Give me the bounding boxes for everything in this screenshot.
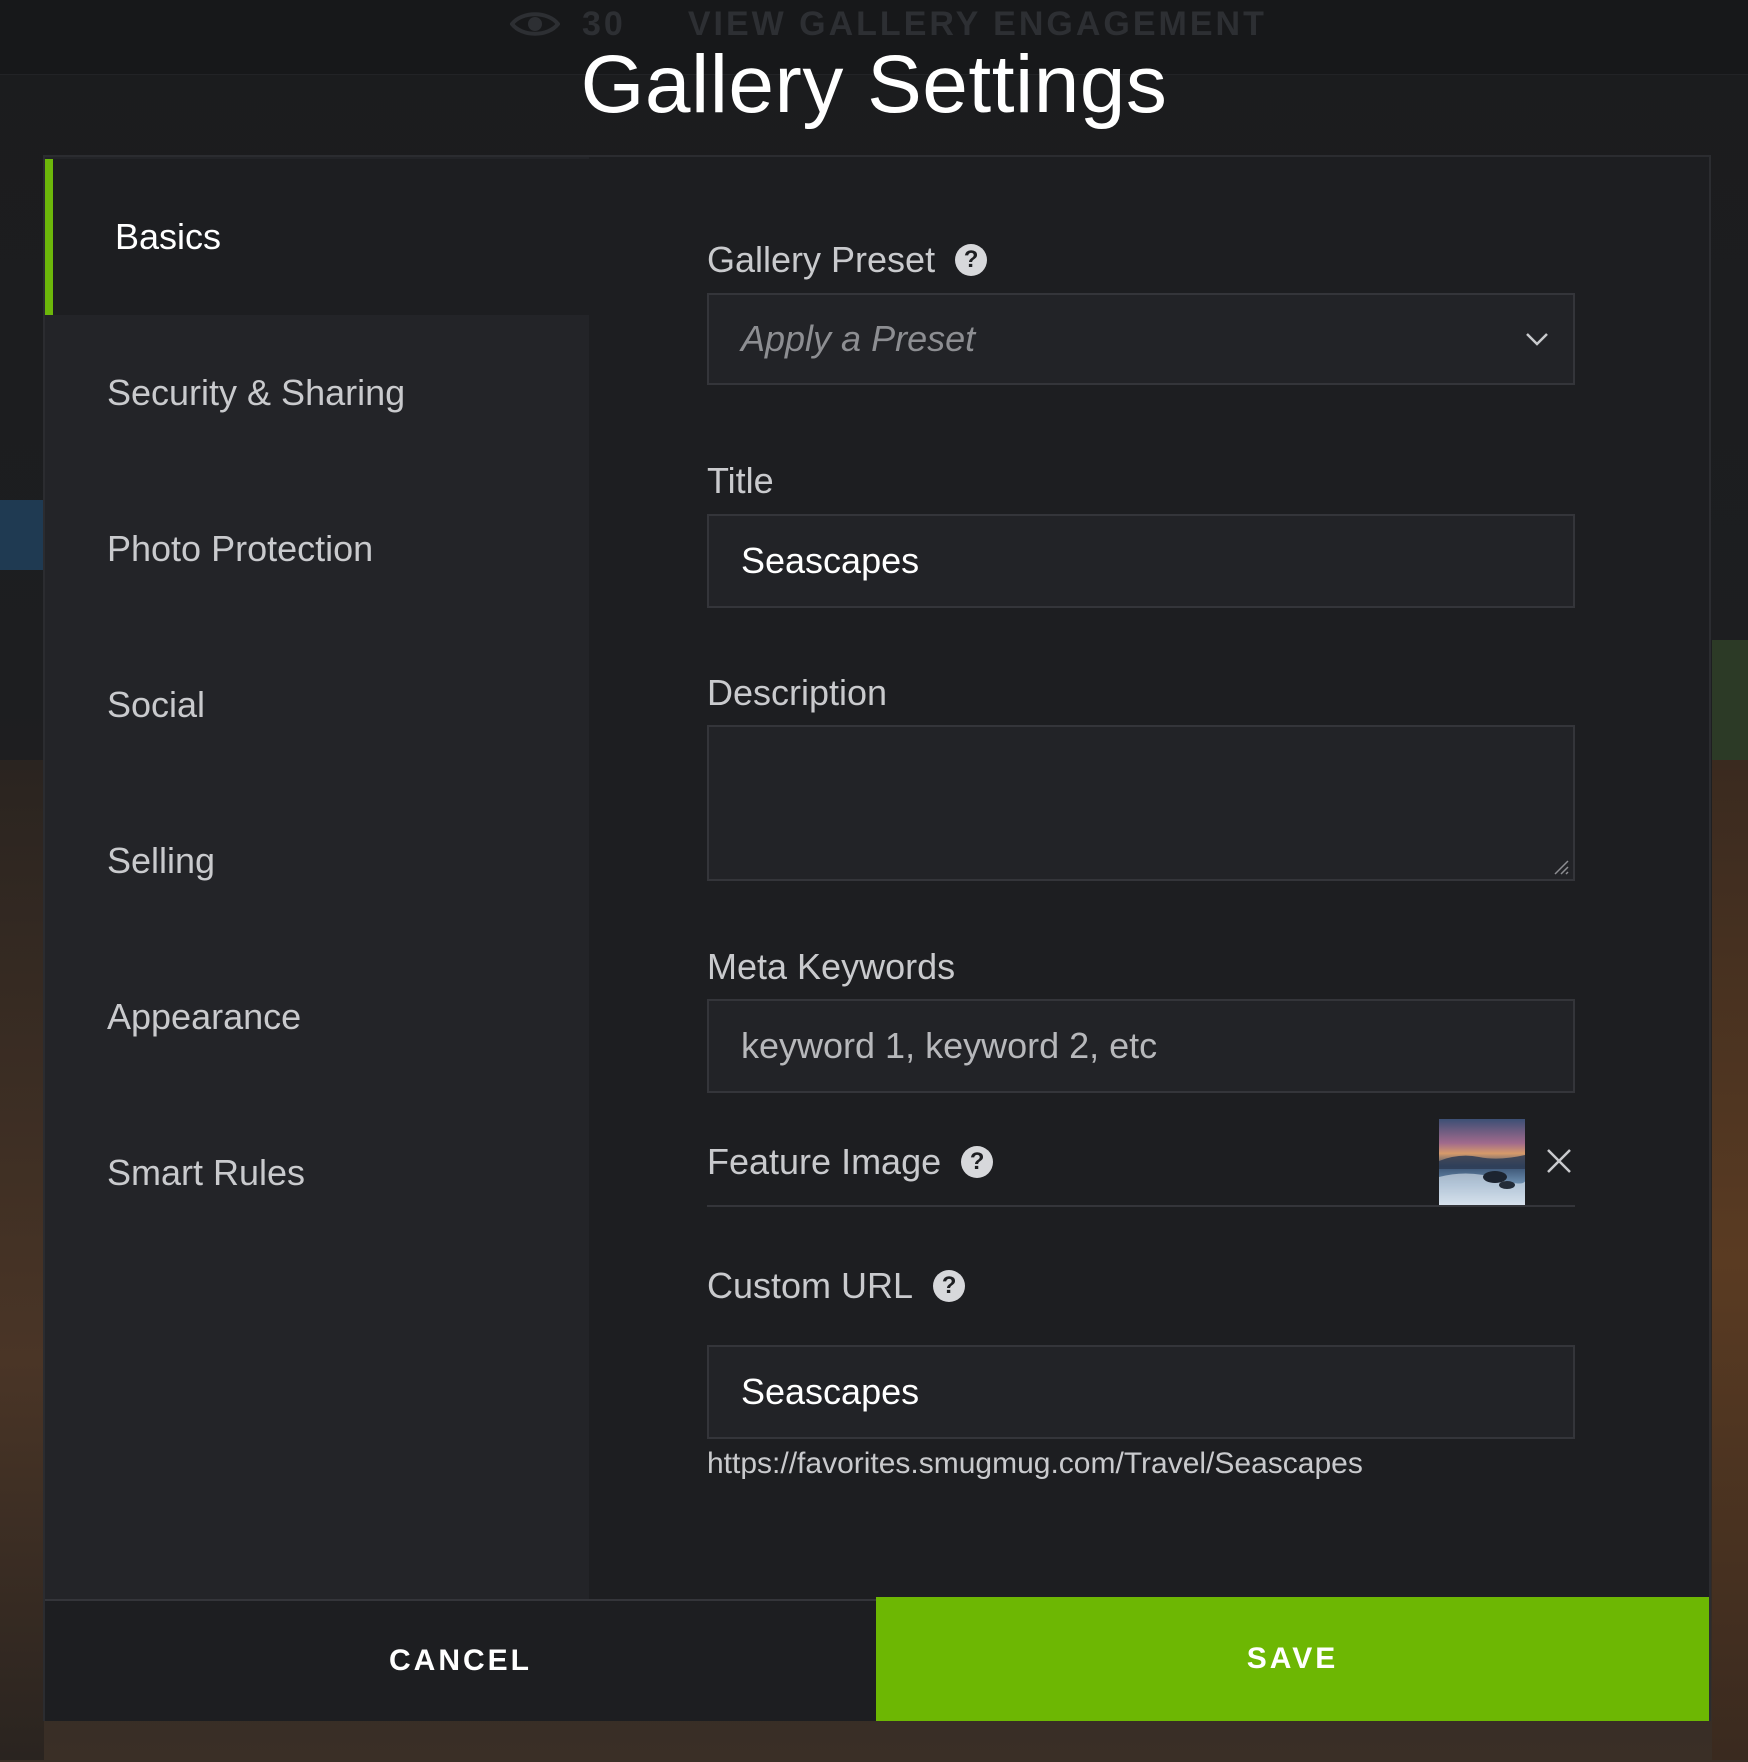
description-textarea[interactable] — [707, 725, 1575, 881]
sidebar-item-label: Photo Protection — [107, 528, 374, 569]
sidebar-item-photo-protection[interactable]: Photo Protection — [45, 471, 589, 627]
settings-sidebar: Basics Security & Sharing Photo Protecti… — [45, 157, 589, 1599]
close-icon[interactable] — [1543, 1145, 1575, 1177]
description-label: Description — [707, 672, 887, 714]
custom-url-preview: https://favorites.smugmug.com/Travel/Sea… — [707, 1447, 1363, 1480]
custom-url-input-value: Seascapes — [741, 1371, 920, 1412]
sidebar-item-label: Basics — [115, 216, 222, 257]
background-decor — [1712, 640, 1748, 760]
gallery-preset-placeholder: Apply a Preset — [741, 318, 976, 359]
custom-url-label-text: Custom URL — [707, 1265, 914, 1306]
gallery-settings-modal: Basics Security & Sharing Photo Protecti… — [43, 155, 1711, 1721]
background-decor — [0, 500, 44, 570]
chevron-down-icon — [1526, 333, 1548, 346]
meta-keywords-label: Meta Keywords — [707, 946, 955, 988]
sidebar-item-basics[interactable]: Basics — [45, 159, 589, 315]
question-circle-icon[interactable]: ? — [933, 1270, 966, 1302]
modal-title: Gallery Settings — [580, 39, 1168, 130]
sidebar-item-selling[interactable]: Selling — [45, 783, 589, 939]
title-input-value: Seascapes — [741, 540, 920, 581]
sidebar-item-security-sharing[interactable]: Security & Sharing — [45, 315, 589, 471]
sidebar-item-label: Smart Rules — [107, 1152, 306, 1193]
sidebar-item-label: Selling — [107, 840, 216, 881]
description-label-text: Description — [707, 672, 888, 713]
feature-image-label-text: Feature Image — [707, 1141, 942, 1182]
title-input[interactable]: Seascapes — [707, 514, 1575, 608]
custom-url-label: Custom URL ? — [707, 1265, 966, 1307]
background-decor — [1712, 760, 1748, 1760]
sidebar-item-social[interactable]: Social — [45, 627, 589, 783]
background-decor — [0, 760, 44, 1760]
question-circle-icon[interactable]: ? — [955, 244, 988, 276]
eye-icon — [510, 9, 560, 39]
sidebar-item-label: Appearance — [107, 996, 302, 1037]
feature-image-row: Feature Image ? — [707, 1117, 1575, 1207]
meta-keywords-placeholder: keyword 1, keyword 2, etc — [741, 1025, 1158, 1066]
sidebar-item-label: Security & Sharing — [107, 372, 406, 413]
gallery-preset-label-text: Gallery Preset — [707, 239, 936, 280]
modal-footer: CANCEL SAVE — [45, 1597, 1709, 1723]
meta-keywords-input[interactable]: keyword 1, keyword 2, etc — [707, 999, 1575, 1093]
meta-keywords-label-text: Meta Keywords — [707, 946, 956, 987]
custom-url-input[interactable]: Seascapes — [707, 1345, 1575, 1439]
title-label: Title — [707, 460, 774, 502]
save-button[interactable]: SAVE — [876, 1597, 1709, 1721]
sidebar-item-appearance[interactable]: Appearance — [45, 939, 589, 1095]
title-label-text: Title — [707, 460, 774, 501]
resize-grip-icon[interactable] — [1551, 857, 1569, 875]
feature-image-thumbnail[interactable] — [1439, 1119, 1525, 1205]
sidebar-item-label: Social — [107, 684, 206, 725]
gallery-preset-select[interactable]: Apply a Preset — [707, 293, 1575, 385]
sidebar-item-smart-rules[interactable]: Smart Rules — [45, 1095, 589, 1251]
feature-image-label: Feature Image ? — [707, 1141, 994, 1183]
gallery-preset-label: Gallery Preset ? — [707, 239, 988, 281]
app-root: 30 VIEW GALLERY ENGAGEMENT Gallery Setti… — [0, 0, 1748, 1762]
cancel-button[interactable]: CANCEL — [45, 1599, 876, 1721]
question-circle-icon[interactable]: ? — [961, 1146, 994, 1178]
